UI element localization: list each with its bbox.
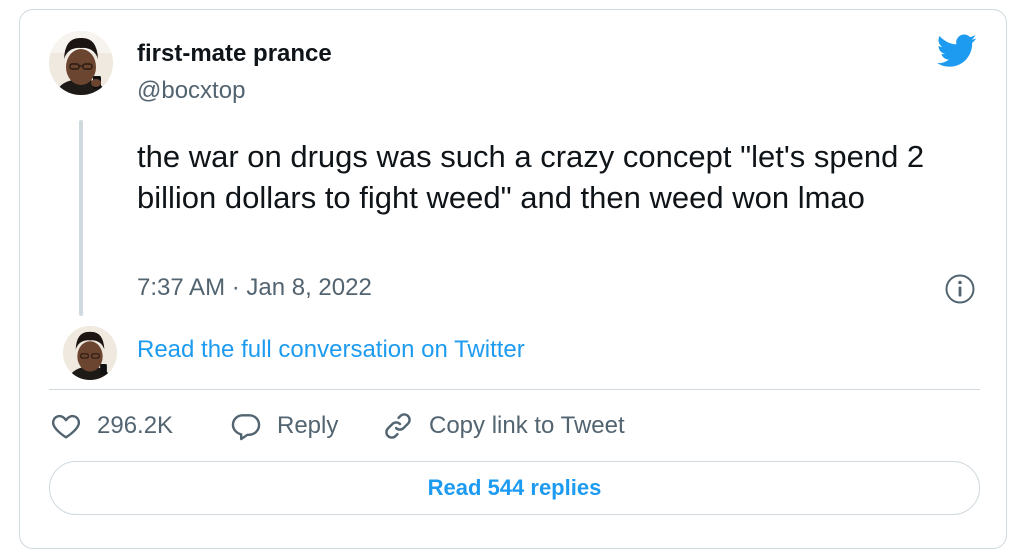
heart-icon [51,414,81,439]
twitter-bird-icon[interactable] [937,34,977,68]
avatar-photo [49,31,113,95]
thread-line [79,120,83,316]
read-replies-button[interactable]: Read 544 replies [49,461,980,515]
read-full-conversation-link[interactable]: Read the full conversation on Twitter [137,336,525,364]
copy-link-label: Copy link to Tweet [429,412,625,439]
divider [49,389,980,390]
reply-button[interactable]: Reply [230,410,338,442]
like-button[interactable]: 296.2K [50,410,173,442]
tweet-timestamp[interactable]: 7:37 AM · Jan 8, 2022 [137,274,372,302]
tweet-card: first-mate prance @bocxtop the war on dr… [19,9,1007,549]
speech-bubble-icon [231,414,261,441]
author-display-name[interactable]: first-mate prance [137,40,332,68]
reply-label: Reply [277,412,339,439]
conversation-avatar[interactable] [63,326,117,380]
avatar-photo-small [63,326,117,380]
link-icon [385,413,411,439]
like-count: 296.2K [97,412,174,439]
copy-link-button[interactable]: Copy link to Tweet [382,410,625,442]
info-icon[interactable] [944,273,976,305]
tweet-text: the war on drugs was such a crazy concep… [137,139,925,215]
author-handle[interactable]: @bocxtop [137,77,245,105]
author-avatar[interactable] [49,31,113,95]
